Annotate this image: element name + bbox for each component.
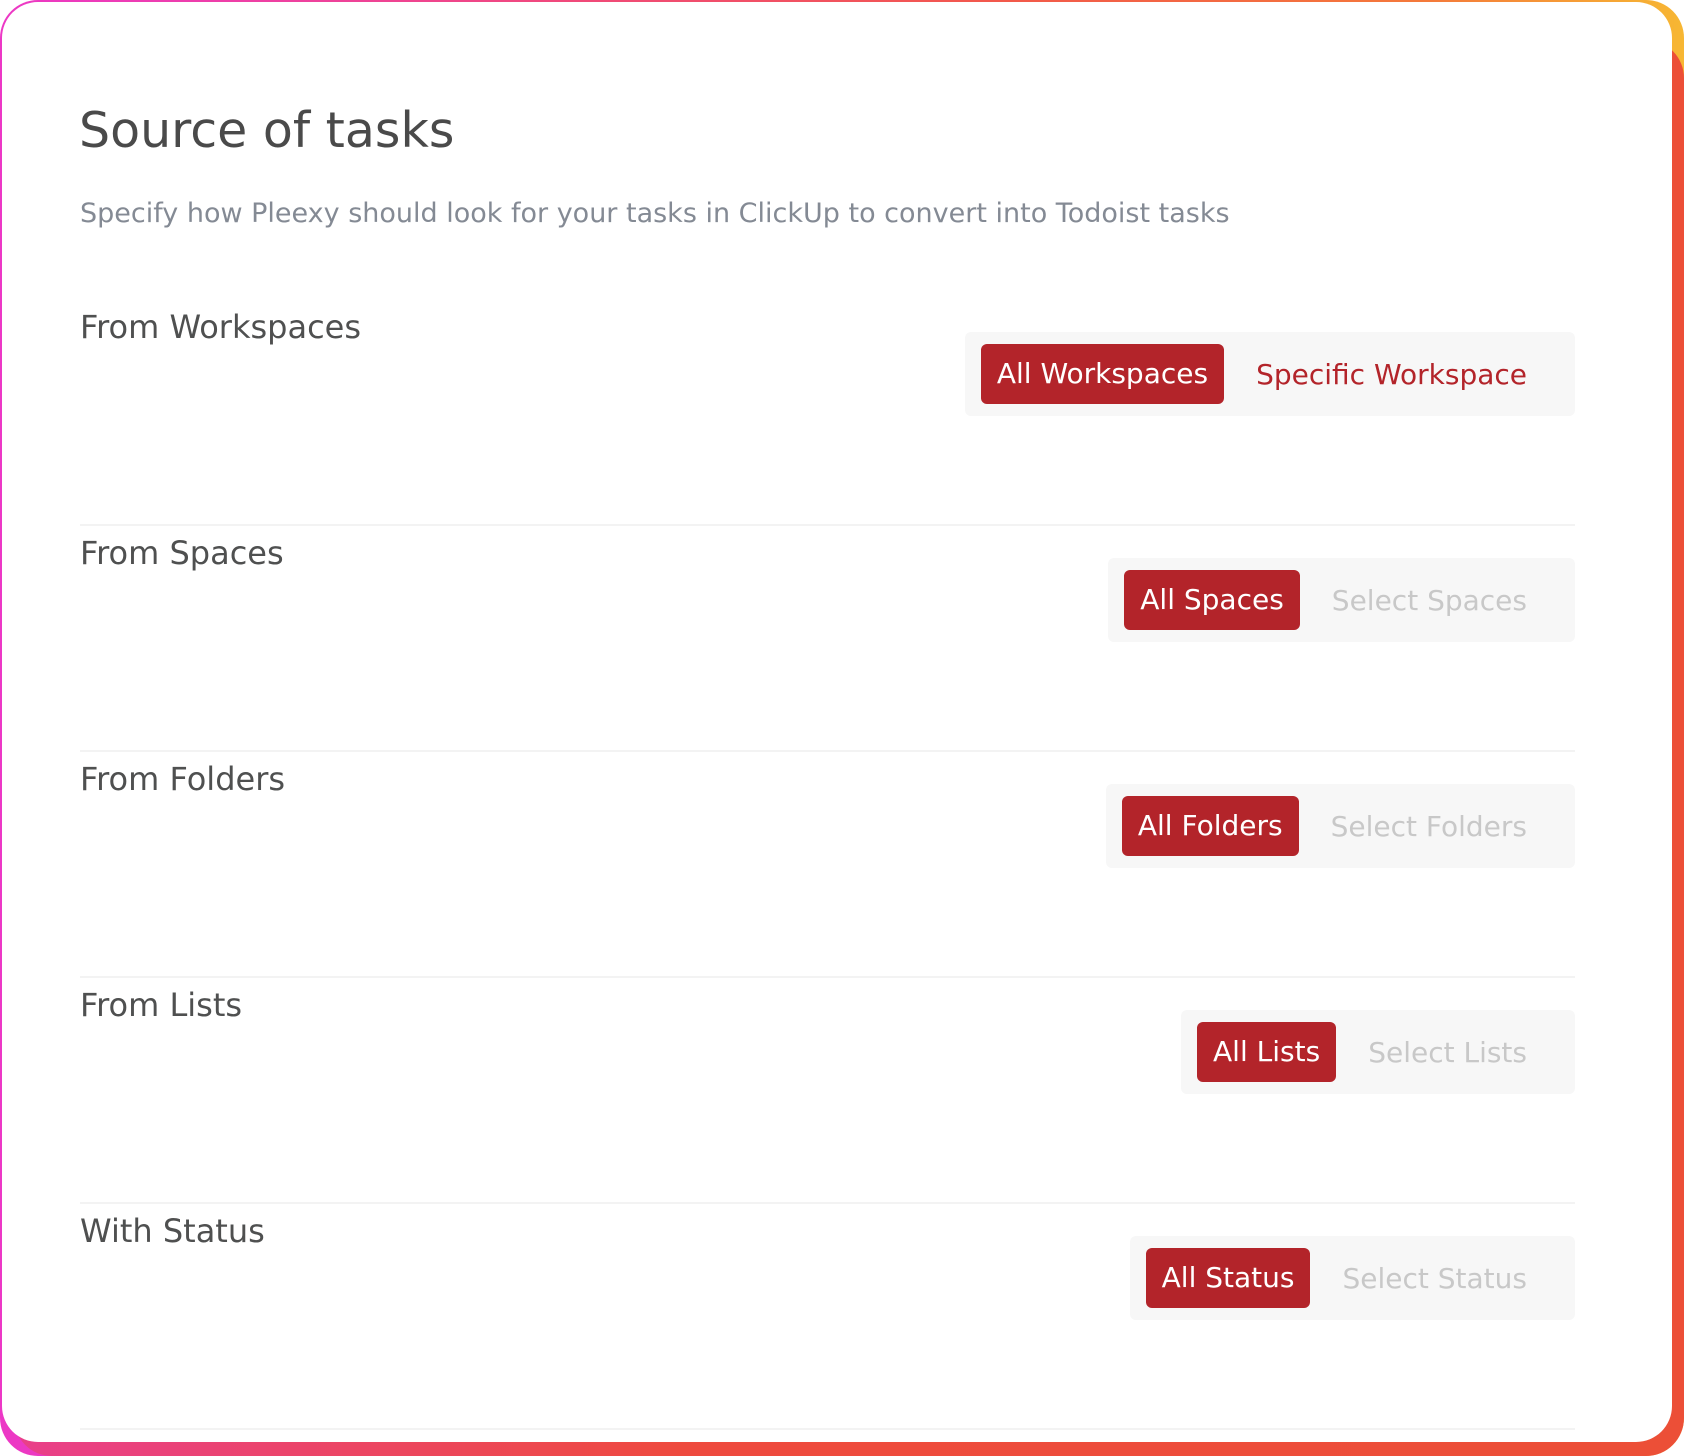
- row-label-workspaces: From Workspaces: [80, 308, 362, 346]
- select-folders-button[interactable]: Select Folders: [1331, 810, 1527, 843]
- all-spaces-button[interactable]: All Spaces: [1124, 570, 1300, 630]
- row-workspaces: From Workspaces All Workspaces Specific …: [80, 298, 1575, 526]
- row-lists: From Lists All Lists Select Lists: [80, 976, 1575, 1204]
- row-label-folders: From Folders: [80, 760, 286, 798]
- page-title: Source of tasks: [79, 102, 455, 159]
- toggle-folders: All Folders Select Folders: [1105, 784, 1575, 868]
- select-lists-button[interactable]: Select Lists: [1368, 1036, 1527, 1069]
- toggle-workspaces: All Workspaces Specific Workspace: [964, 332, 1575, 416]
- toggle-lists: All Lists Select Lists: [1181, 1010, 1575, 1094]
- row-folders: From Folders All Folders Select Folders: [80, 750, 1575, 978]
- select-spaces-button[interactable]: Select Spaces: [1332, 584, 1527, 617]
- row-label-status: With Status: [80, 1212, 265, 1250]
- all-status-button[interactable]: All Status: [1145, 1248, 1311, 1308]
- page-subtitle: Specify how Pleexy should look for your …: [80, 198, 1230, 229]
- settings-card: Source of tasks Specify how Pleexy shoul…: [2, 2, 1672, 1442]
- specific-workspace-button[interactable]: Specific Workspace: [1256, 358, 1527, 391]
- row-spaces: From Spaces All Spaces Select Spaces: [80, 524, 1575, 752]
- row-label-spaces: From Spaces: [80, 534, 284, 572]
- toggle-spaces: All Spaces Select Spaces: [1108, 558, 1575, 642]
- all-folders-button[interactable]: All Folders: [1121, 796, 1299, 856]
- row-status: With Status All Status Select Status: [80, 1202, 1575, 1430]
- all-lists-button[interactable]: All Lists: [1197, 1022, 1337, 1082]
- select-status-button[interactable]: Select Status: [1342, 1262, 1527, 1295]
- all-workspaces-button[interactable]: All Workspaces: [980, 344, 1225, 404]
- toggle-status: All Status Select Status: [1129, 1236, 1575, 1320]
- row-label-lists: From Lists: [80, 986, 243, 1024]
